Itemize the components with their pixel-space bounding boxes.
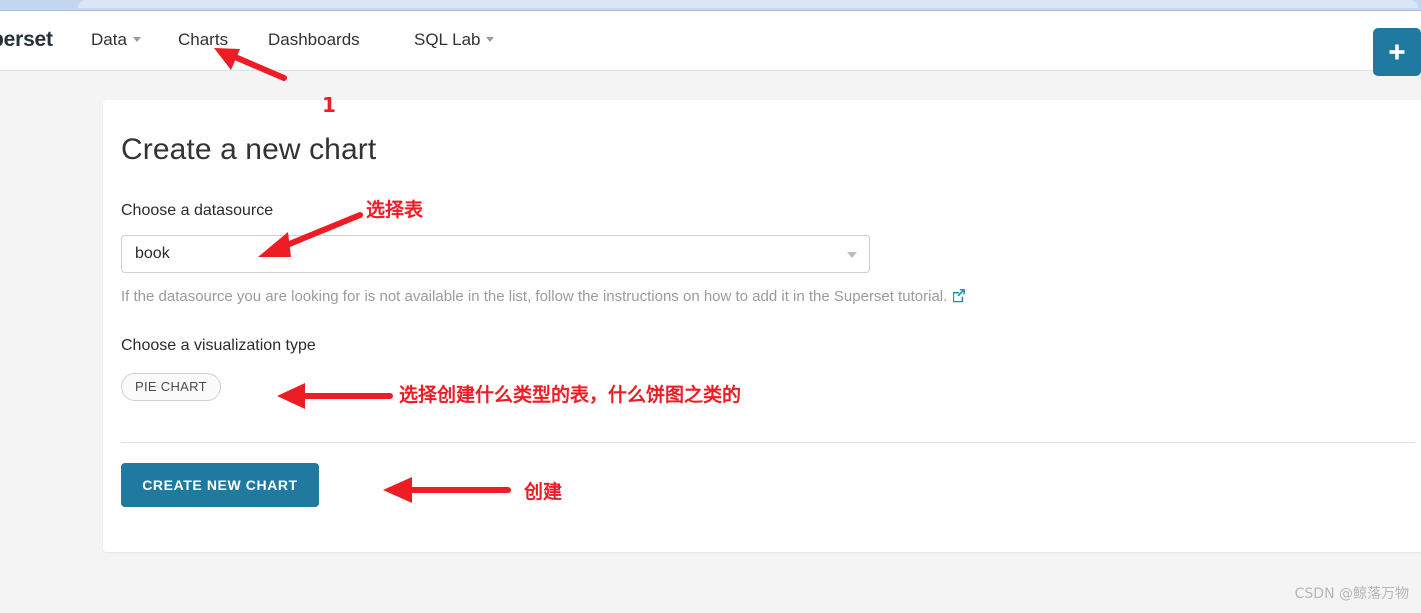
datasource-label: Choose a datasource — [121, 202, 274, 219]
datasource-select-value: book — [135, 245, 170, 262]
annotation-label-select-table: 选择表 — [366, 199, 424, 221]
annotation-label-1: 1 — [322, 93, 336, 117]
datasource-select[interactable]: book — [121, 235, 870, 273]
nav-item-dashboards[interactable]: Dashboards — [268, 30, 360, 50]
card-divider — [121, 442, 1415, 443]
nav-item-sql-lab-label: SQL Lab — [414, 30, 481, 49]
plus-icon — [1389, 44, 1405, 60]
new-item-button[interactable] — [1373, 28, 1421, 76]
external-link-icon[interactable] — [951, 288, 966, 307]
nav-item-charts-label: Charts — [178, 30, 229, 49]
page-title: Create a new chart — [121, 133, 377, 166]
nav-item-charts[interactable]: Charts — [178, 30, 228, 50]
nav-item-sql-lab[interactable]: SQL Lab — [414, 30, 495, 50]
superset-brand-logo[interactable]: perset — [0, 28, 53, 52]
nav-item-dashboards-label: Dashboards — [268, 30, 360, 49]
visualization-type-label: Choose a visualization type — [121, 337, 316, 354]
create-new-chart-button[interactable]: CREATE NEW CHART — [121, 463, 319, 507]
annotation-label-viz-type: 选择创建什么类型的表，什么饼图之类的 — [399, 384, 742, 406]
csdn-watermark: CSDN @鲸落万物 — [1294, 586, 1409, 602]
visualization-type-pill[interactable]: PIE CHART — [121, 373, 221, 401]
chevron-down-icon — [847, 252, 857, 258]
top-navbar: perset Data Charts Dashboards SQL Lab — [0, 11, 1421, 76]
nav-item-data-label: Data — [91, 30, 127, 49]
annotation-label-create: 创建 — [524, 481, 563, 503]
datasource-help-text: If the datasource you are looking for is… — [121, 288, 966, 307]
create-chart-card: Create a new chart Choose a datasource b… — [103, 100, 1421, 552]
nav-item-data[interactable]: Data — [91, 30, 141, 50]
chevron-down-icon — [486, 37, 495, 42]
browser-tab[interactable] — [78, 0, 1418, 8]
chevron-down-icon — [132, 37, 141, 42]
datasource-help-label: If the datasource you are looking for is… — [121, 288, 948, 305]
